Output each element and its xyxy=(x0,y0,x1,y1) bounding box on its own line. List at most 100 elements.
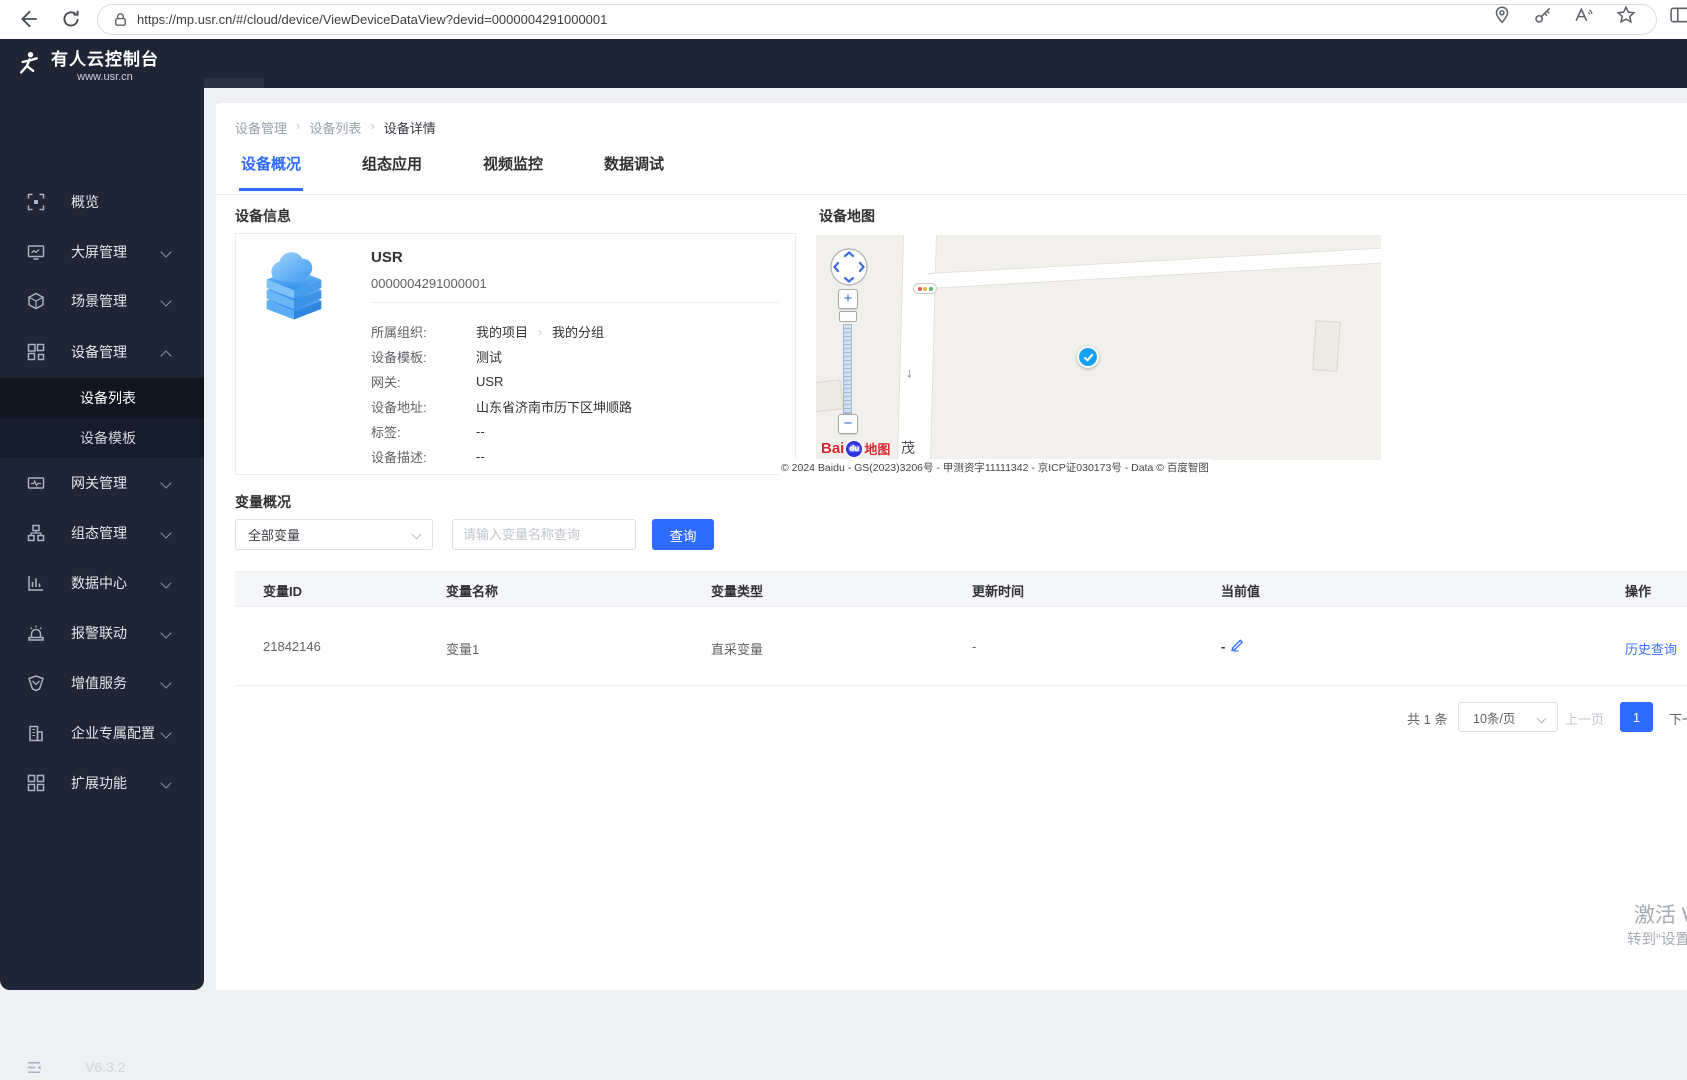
chevron-down-icon xyxy=(160,477,172,489)
map-zoom-out-button[interactable]: − xyxy=(838,414,858,434)
sidebar-item-extensions[interactable]: 扩展功能 xyxy=(0,758,204,808)
col-variable-name: 变量名称 xyxy=(446,584,499,599)
breadcrumb-device-list[interactable]: 设备列表 xyxy=(309,118,361,137)
cell-current-value: - xyxy=(1221,639,1226,654)
location-icon[interactable] xyxy=(1492,5,1512,25)
cell-update-time: - xyxy=(972,639,977,654)
col-variable-id: 变量ID xyxy=(263,584,303,599)
pagination-prev-button[interactable]: 上一页 xyxy=(1565,709,1604,728)
collapse-sidebar-icon[interactable] xyxy=(26,1059,43,1076)
pagination-page-1[interactable]: 1 xyxy=(1620,702,1653,732)
org-group[interactable]: 我的分组 xyxy=(552,322,604,341)
chevron-up-icon xyxy=(160,350,172,362)
breadcrumb-separator: › xyxy=(296,118,301,133)
sidebar-label: 场景管理 xyxy=(71,293,127,309)
field-description: 设备描述: -- xyxy=(371,444,485,469)
tab-device-overview[interactable]: 设备概况 xyxy=(239,153,304,191)
variable-type-select[interactable]: 全部变量 xyxy=(235,519,433,550)
overview-icon xyxy=(27,193,45,211)
lock-icon[interactable] xyxy=(112,11,129,28)
tabs-divider xyxy=(216,194,1687,195)
map-zoom-slider-track[interactable] xyxy=(843,324,852,414)
sidebar-item-gateway-mgmt[interactable]: 网关管理 xyxy=(0,458,204,508)
page-size-value: 10条/页 xyxy=(1473,711,1516,726)
sidebar-item-overview[interactable]: 概览 xyxy=(0,177,204,227)
road-direction-arrow: ↓ xyxy=(906,365,913,380)
sidebar-item-enterprise-config[interactable]: 企业专属配置 xyxy=(0,708,204,758)
read-aloud-icon[interactable] xyxy=(1574,5,1594,25)
baidu-map[interactable]: ↓ + − Bai du 地图 茂 xyxy=(816,235,1381,460)
back-icon[interactable] xyxy=(18,8,40,30)
baidu-logo-text: 地图 xyxy=(864,442,891,457)
sidebar-label: 概览 xyxy=(71,194,99,210)
value-added-icon xyxy=(27,674,45,692)
history-query-link[interactable]: 历史查询 xyxy=(1625,639,1677,658)
device-cloud-image xyxy=(252,246,336,330)
breadcrumb: 设备管理 › 设备列表 › 设备详情 xyxy=(235,118,436,137)
field-tags: 标签: -- xyxy=(371,419,485,444)
map-road-vertical xyxy=(896,235,938,460)
field-value: 山东省济南市历下区坤顺路 xyxy=(476,400,633,415)
baidu-paw-icon: du xyxy=(845,439,864,458)
url-text[interactable]: https://mp.usr.cn/#/cloud/device/ViewDev… xyxy=(137,12,607,27)
chevron-down-icon xyxy=(160,577,172,589)
sidebar-item-value-added[interactable]: 增值服务 xyxy=(0,658,204,708)
chevron-down-icon xyxy=(160,727,172,739)
tab-video-monitor[interactable]: 视频监控 xyxy=(481,153,545,191)
org-project[interactable]: 我的项目 xyxy=(476,322,528,341)
extensions-grid-icon xyxy=(27,774,45,792)
field-gateway: 网关: USR xyxy=(371,369,503,394)
variable-search-input[interactable] xyxy=(452,519,636,550)
field-label: 标签: xyxy=(371,425,401,440)
app-header: 有人云控制台 www.usr.cn IoT DM SIM 官方商城 服务支持 用… xyxy=(0,39,1687,127)
sidebar-item-scene-mgmt[interactable]: 场景管理 xyxy=(0,276,204,326)
map-copyright: © 2024 Baidu - GS(2023)3206号 - 甲测资字11111… xyxy=(778,459,1212,476)
col-actions: 操作 xyxy=(1625,584,1652,599)
sidebar-label: 增值服务 xyxy=(71,675,127,691)
edit-value-pencil-icon[interactable] xyxy=(1230,637,1245,652)
sidebar-item-alarm-linkage[interactable]: 报警联动 xyxy=(0,608,204,658)
sidebar-item-screen-mgmt[interactable]: 大屏管理 xyxy=(0,227,204,277)
divider xyxy=(371,302,779,303)
map-zoom-slider-handle[interactable] xyxy=(839,311,857,322)
chevron-down-icon xyxy=(160,527,172,539)
map-road-label: 茂 xyxy=(901,440,915,456)
pagination-page-size-select[interactable]: 10条/页 xyxy=(1458,702,1558,732)
big-screen-icon xyxy=(27,243,45,261)
chevron-down-icon xyxy=(160,295,172,307)
map-pan-control[interactable] xyxy=(829,247,869,287)
tab-configuration-app[interactable]: 组态应用 xyxy=(360,153,424,191)
field-address: 设备地址: 山东省济南市历下区坤顺路 xyxy=(371,394,632,419)
field-value: 测试 xyxy=(476,350,503,365)
logo[interactable]: 有人云控制台 www.usr.cn xyxy=(0,39,204,88)
device-name: USR xyxy=(371,249,403,266)
field-label: 设备描述: xyxy=(371,450,427,465)
windows-activation-watermark: 激活 Wi xyxy=(1634,904,1687,927)
query-button[interactable]: 查询 xyxy=(652,519,714,550)
content-card: 设备管理 › 设备列表 › 设备详情 设备概况 组态应用 视频监控 数据调试 设… xyxy=(216,103,1687,990)
split-screen-icon[interactable] xyxy=(1670,5,1687,25)
map-zoom-in-button[interactable]: + xyxy=(838,289,858,309)
sidebar-item-config-mgmt[interactable]: 组态管理 xyxy=(0,508,204,558)
tab-data-debug[interactable]: 数据调试 xyxy=(602,153,666,191)
address-bar[interactable]: https://mp.usr.cn/#/cloud/device/ViewDev… xyxy=(97,4,1657,35)
sidebar-item-device-template[interactable]: 设备模板 xyxy=(0,418,204,458)
chevron-down-icon xyxy=(411,529,422,540)
device-location-marker[interactable] xyxy=(1077,346,1099,368)
sidebar: 概览 大屏管理 场景管理 设备管理 设备列表 设备模板 网关管理 组态管理 数据… xyxy=(0,88,204,1075)
traffic-light-icon xyxy=(913,283,937,294)
breadcrumb-device-detail: 设备详情 xyxy=(383,121,436,136)
pagination-next-button[interactable]: 下一页 xyxy=(1669,709,1687,728)
bar-chart-icon xyxy=(27,574,45,592)
refresh-icon[interactable] xyxy=(60,8,82,30)
sidebar-item-device-mgmt[interactable]: 设备管理 xyxy=(0,327,204,377)
breadcrumb-device-mgmt[interactable]: 设备管理 xyxy=(235,118,287,137)
password-key-icon[interactable] xyxy=(1533,5,1553,25)
sidebar-item-data-center[interactable]: 数据中心 xyxy=(0,558,204,608)
sidebar-label: 数据中心 xyxy=(71,575,127,591)
favorites-star-icon[interactable] xyxy=(1616,5,1636,25)
sidebar-label: 设备管理 xyxy=(71,344,127,360)
device-mgmt-icon xyxy=(27,343,45,361)
alarm-icon xyxy=(27,624,45,642)
sidebar-item-device-list[interactable]: 设备列表 xyxy=(0,378,204,418)
